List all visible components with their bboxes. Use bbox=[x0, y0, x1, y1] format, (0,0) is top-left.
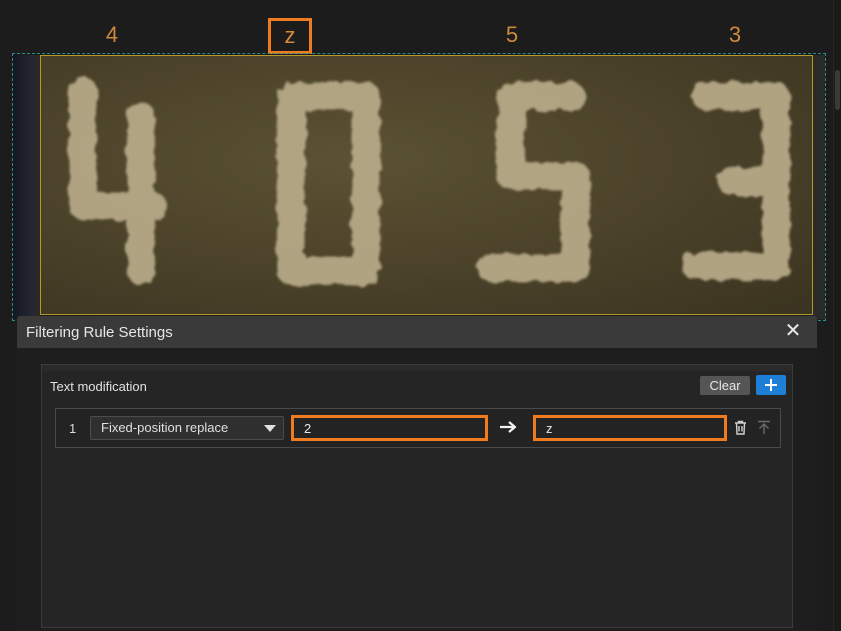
scrollbar-thumb[interactable] bbox=[835, 70, 840, 110]
dialog-title: Filtering Rule Settings bbox=[26, 324, 173, 341]
rule-type-select[interactable]: Fixed-position replace bbox=[90, 416, 284, 440]
ocr-char[interactable]: 5 bbox=[490, 18, 534, 54]
trash-icon[interactable] bbox=[734, 420, 747, 435]
text-modification-panel: Text modification Clear 1 Fixed-position… bbox=[41, 364, 793, 628]
right-arrow-icon bbox=[500, 421, 517, 433]
close-icon[interactable]: ✕ bbox=[783, 321, 803, 342]
rule-row: 1 Fixed-position replace bbox=[55, 408, 781, 448]
ocr-char-selected[interactable]: z bbox=[268, 18, 312, 54]
panel-top-strip bbox=[42, 365, 792, 371]
caret-down-icon bbox=[264, 425, 276, 432]
ocr-char[interactable]: 3 bbox=[713, 18, 757, 54]
dialog-header: Filtering Rule Settings ✕ bbox=[17, 316, 817, 348]
replace-to-input[interactable] bbox=[533, 415, 727, 441]
add-rule-button[interactable] bbox=[756, 375, 786, 395]
clear-button[interactable]: Clear bbox=[700, 376, 750, 395]
ocr-char[interactable]: 4 bbox=[90, 18, 134, 54]
move-to-top-icon[interactable] bbox=[757, 420, 771, 435]
plus-icon bbox=[765, 379, 777, 391]
rule-type-value: Fixed-position replace bbox=[101, 420, 229, 435]
roi-frame[interactable] bbox=[12, 53, 826, 321]
section-label: Text modification bbox=[50, 379, 147, 394]
dialog-body: Text modification Clear 1 Fixed-position… bbox=[17, 348, 817, 631]
ocr-viewer: 4 z 5 3 Filtering Rule Settings ✕ Text m… bbox=[0, 0, 841, 631]
replace-from-input[interactable] bbox=[291, 415, 488, 441]
scrollbar[interactable] bbox=[833, 0, 841, 631]
rule-index: 1 bbox=[69, 421, 77, 436]
